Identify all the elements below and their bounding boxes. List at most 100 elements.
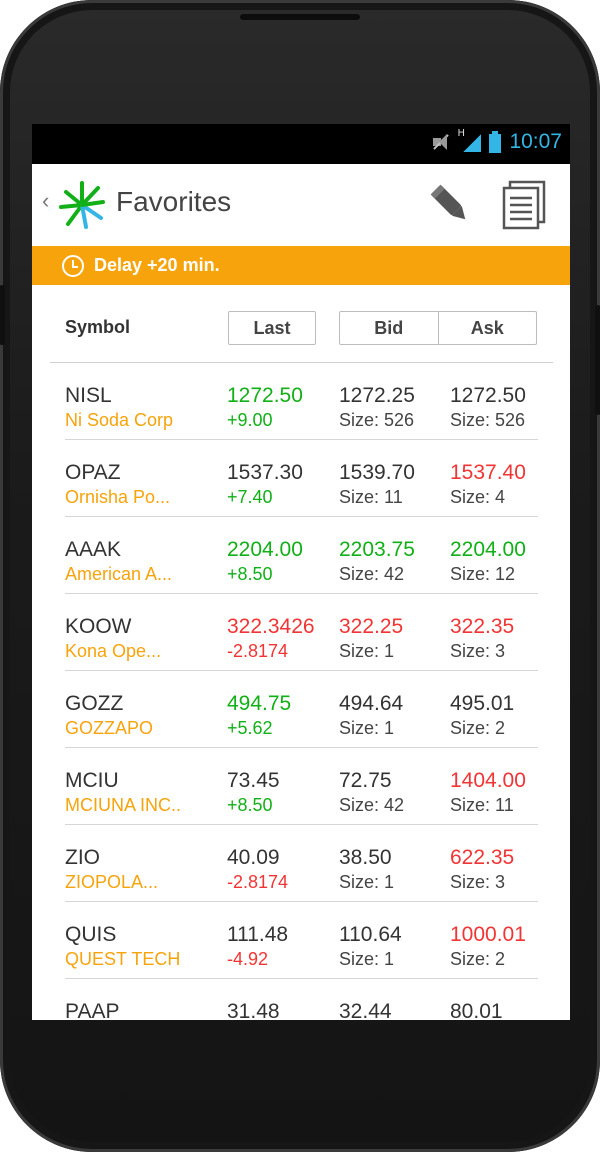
row-symbol: ZIO <box>65 846 100 869</box>
row-bid-size: Size: 11 <box>339 487 403 507</box>
row-company-name: Kona Ope... <box>65 641 162 661</box>
row-last: 1537.30 <box>227 461 303 484</box>
row-ask-size: Size: 2 <box>450 949 506 969</box>
row-ask: 622.35 <box>450 846 515 869</box>
quote-row-quis[interactable]: QUIS QUEST TECH 111.48 -4.92 110.64 Size… <box>32 902 570 979</box>
row-bid-size: Size: 1 <box>339 872 395 892</box>
row-company-name: GOZZAPO <box>65 718 154 738</box>
row-symbol: PAAP <box>65 1000 120 1020</box>
row-symbol: NISL <box>65 384 112 407</box>
row-change: +8.50 <box>227 564 273 584</box>
row-last: 2204.00 <box>227 538 303 561</box>
row-ask-size: Size: 3 <box>450 872 506 892</box>
column-ask-button[interactable]: Ask <box>439 312 537 344</box>
quote-row-opaz[interactable]: OPAZ Ornisha Po... 1537.30 +7.40 1539.70… <box>32 440 570 517</box>
column-header: Symbol Last Bid Ask <box>32 285 570 363</box>
row-bid: 1272.25 <box>339 384 415 407</box>
row-company-name: Ni Soda Corp <box>65 410 174 430</box>
quote-row-paap[interactable]: PAAP 31.48 32.44 80.01 <box>32 979 570 1020</box>
row-bid: 2203.75 <box>339 538 415 561</box>
row-ask: 1404.00 <box>450 769 526 792</box>
row-ask-size: Size: 12 <box>450 564 516 584</box>
row-bid: 32.44 <box>339 1000 392 1020</box>
row-ask-size: Size: 526 <box>450 410 526 430</box>
signal-icon: H <box>457 128 482 154</box>
row-symbol: QUIS <box>65 923 117 946</box>
row-change: +9.00 <box>227 410 273 430</box>
row-company-name: ZIOPOLA... <box>65 872 159 892</box>
row-bid: 72.75 <box>339 769 392 792</box>
row-ask: 1000.01 <box>450 923 526 946</box>
row-symbol: AAAK <box>65 538 122 561</box>
quote-row-mciu[interactable]: MCIU MCIUNA INC.. 73.45 +8.50 72.75 Size… <box>32 748 570 825</box>
row-ask: 1272.50 <box>450 384 526 407</box>
status-bar: H 10:07 <box>32 124 570 164</box>
column-last-button[interactable]: Last <box>228 311 316 345</box>
row-ask-size: Size: 2 <box>450 718 506 738</box>
page-title: Favorites <box>116 186 232 217</box>
phone-side-button-left <box>0 285 5 345</box>
row-last: 494.75 <box>227 692 292 715</box>
mute-icon <box>431 132 450 152</box>
row-symbol: KOOW <box>65 615 132 638</box>
action-bar: ‹ Favorites <box>32 164 570 246</box>
row-bid-size: Size: 1 <box>339 718 395 738</box>
row-ask: 1537.40 <box>450 461 526 484</box>
row-bid: 38.50 <box>339 846 392 869</box>
row-ask: 495.01 <box>450 692 515 715</box>
list-icon[interactable] <box>498 178 550 230</box>
row-company-name: Ornisha Po... <box>65 487 171 507</box>
clock-icon <box>62 255 84 277</box>
status-icons: H 10:07 <box>431 128 562 154</box>
row-bid-size: Size: 1 <box>339 641 395 661</box>
quote-row-gozz[interactable]: GOZZ GOZZAPO 494.75 +5.62 494.64 Size: 1… <box>32 671 570 748</box>
row-symbol: MCIU <box>65 769 119 792</box>
row-last: 40.09 <box>227 846 280 869</box>
quote-row-koow[interactable]: KOOW Kona Ope... 322.3426 -2.8174 322.25… <box>32 594 570 671</box>
row-ask: 2204.00 <box>450 538 526 561</box>
logo-burst-icon[interactable] <box>58 180 106 230</box>
row-change: -4.92 <box>227 949 269 969</box>
row-ask: 80.01 <box>450 1000 503 1020</box>
status-time: 10:07 <box>509 130 562 153</box>
row-last: 73.45 <box>227 769 280 792</box>
row-bid-size: Size: 526 <box>339 410 415 430</box>
row-bid: 110.64 <box>339 923 402 946</box>
battery-icon <box>489 131 502 153</box>
quote-list: NISL Ni Soda Corp 1272.50 +9.00 1272.25 … <box>32 363 570 1020</box>
delay-text: Delay +20 min. <box>94 255 220 275</box>
row-change: +8.50 <box>227 795 273 815</box>
row-last: 1272.50 <box>227 384 303 407</box>
row-symbol: OPAZ <box>65 461 121 484</box>
row-ask-size: Size: 3 <box>450 641 506 661</box>
column-bid-button[interactable]: Bid <box>340 312 438 344</box>
row-symbol: GOZZ <box>65 692 124 715</box>
row-last: 31.48 <box>227 1000 280 1020</box>
quote-row-zio[interactable]: ZIO ZIOPOLA... 40.09 -2.8174 38.50 Size:… <box>32 825 570 902</box>
pencil-icon[interactable] <box>424 178 474 228</box>
row-bid-size: Size: 1 <box>339 949 395 969</box>
quote-row-nisl[interactable]: NISL Ni Soda Corp 1272.50 +9.00 1272.25 … <box>32 363 570 440</box>
row-ask-size: Size: 4 <box>450 487 506 507</box>
row-bid: 322.25 <box>339 615 404 638</box>
row-bid-size: Size: 42 <box>339 564 405 584</box>
row-bid: 1539.70 <box>339 461 415 484</box>
row-company-name: American A... <box>65 564 173 584</box>
row-change: -2.8174 <box>227 641 289 661</box>
row-last: 111.48 <box>227 923 289 946</box>
back-chevron-icon[interactable]: ‹ <box>42 188 49 214</box>
screen: H 10:07 ‹ Favorites Delay +20 min. Symbo… <box>32 124 570 1020</box>
row-company-name: MCIUNA INC.. <box>65 795 182 815</box>
column-symbol: Symbol <box>65 317 131 337</box>
phone-side-button-right <box>595 305 600 415</box>
phone-frame: H 10:07 ‹ Favorites Delay +20 min. Symbo… <box>0 0 600 1152</box>
row-bid: 494.64 <box>339 692 404 715</box>
delay-banner: Delay +20 min. <box>32 246 570 285</box>
row-ask-size: Size: 11 <box>450 795 514 815</box>
row-change: +5.62 <box>227 718 273 738</box>
row-company-name: QUEST TECH <box>65 949 181 969</box>
row-change: -2.8174 <box>227 872 289 892</box>
quote-row-aaak[interactable]: AAAK American A... 2204.00 +8.50 2203.75… <box>32 517 570 594</box>
earpiece-slit <box>240 14 360 20</box>
bid-ask-toggle: Bid Ask <box>339 311 537 345</box>
